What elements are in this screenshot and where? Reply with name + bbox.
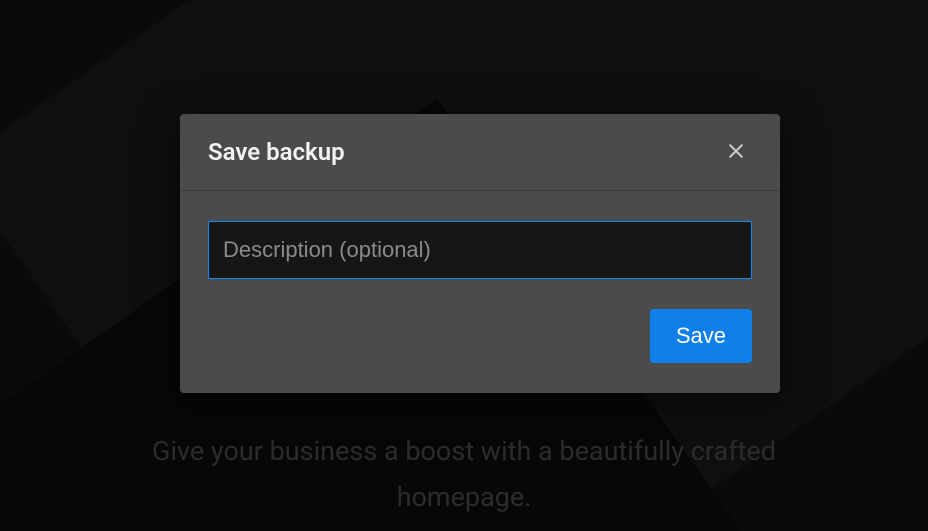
save-backup-modal: Save backup Save bbox=[180, 114, 780, 393]
description-input[interactable] bbox=[208, 221, 752, 279]
save-button[interactable]: Save bbox=[650, 309, 752, 363]
modal-header: Save backup bbox=[180, 114, 780, 191]
modal-body bbox=[180, 191, 780, 279]
close-icon bbox=[726, 141, 746, 164]
modal-title: Save backup bbox=[208, 138, 345, 166]
modal-footer: Save bbox=[180, 279, 780, 393]
close-button[interactable] bbox=[720, 136, 752, 168]
